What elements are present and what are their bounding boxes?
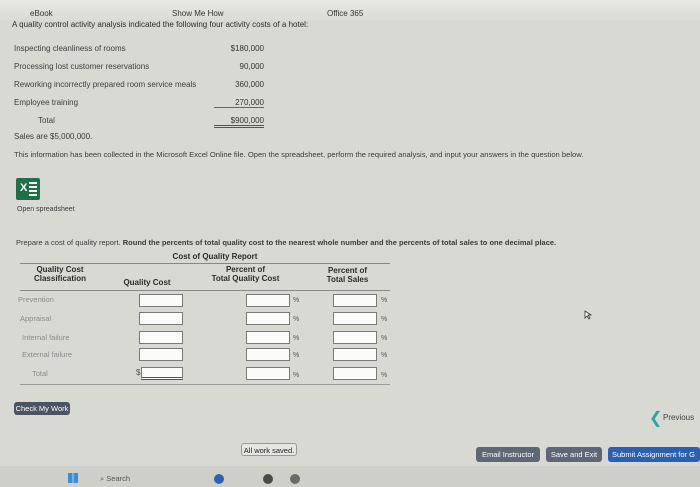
total-label: Total: [38, 116, 55, 125]
header-line: Total Quality Cost: [211, 274, 280, 283]
table-bottom-rule: [20, 384, 390, 385]
search-icon: ⌕: [100, 474, 105, 483]
internal-failure-pct-sales-input[interactable]: [333, 331, 377, 344]
pct-sign: %: [381, 335, 388, 342]
taskbar-app-icon[interactable]: [214, 474, 224, 484]
cost-value: 90,000: [239, 62, 264, 71]
row-label-total: Total: [32, 369, 48, 378]
cost-label: Processing lost customer reservations: [14, 62, 150, 71]
show-me-how-link[interactable]: Show Me How: [172, 9, 224, 18]
previous-label: Previous: [663, 413, 695, 422]
header-quality-cost: Quality Cost: [123, 278, 171, 287]
chevron-left-icon: ❮: [649, 410, 663, 427]
report-title: Cost of Quality Report: [172, 252, 258, 261]
pct-sign: %: [381, 316, 388, 323]
pct-sign: %: [381, 372, 388, 379]
total-cost-input[interactable]: [141, 367, 183, 380]
top-bar: eBook Show Me How Office 365: [0, 0, 700, 20]
header-line: Classification: [33, 274, 86, 283]
cost-value: $180,000: [230, 44, 264, 53]
check-my-work-button[interactable]: Check My Work: [14, 402, 70, 415]
prevention-pct-total-input[interactable]: [246, 294, 290, 307]
header-divider: [20, 290, 390, 291]
row-label-internal-failure: Internal failure: [22, 333, 70, 342]
instruction-bold: Round the percents of total quality cost…: [122, 238, 557, 247]
pct-sign: %: [293, 335, 300, 342]
appraisal-pct-total-input[interactable]: [246, 312, 290, 325]
internal-failure-pct-total-input[interactable]: [246, 331, 290, 344]
cost-value: 360,000: [235, 80, 264, 89]
header-line: Total Sales: [326, 275, 369, 284]
submit-assignment-button[interactable]: Submit Assignment for G: [608, 447, 700, 462]
report-divider: [20, 263, 390, 264]
pct-sign: %: [293, 352, 300, 359]
cost-value: 270,000: [214, 98, 264, 108]
save-status: All work saved.: [241, 443, 297, 456]
search-label: Search: [106, 474, 131, 483]
save-and-exit-button[interactable]: Save and Exit: [546, 447, 602, 462]
row-label-prevention: Prevention: [18, 295, 54, 304]
pct-sign: %: [381, 297, 388, 304]
external-failure-cost-input[interactable]: [139, 348, 183, 361]
cost-label: Reworking incorrectly prepared room serv…: [14, 80, 197, 89]
taskbar-search[interactable]: ⌕ Search: [100, 474, 130, 484]
pct-sign: %: [293, 372, 300, 379]
pct-sign: %: [293, 297, 300, 304]
header-line: Percent of: [225, 265, 266, 274]
email-instructor-button[interactable]: Email Instructor: [476, 447, 540, 462]
previous-button[interactable]: ❮ Previous: [649, 410, 695, 427]
prevention-pct-sales-input[interactable]: [333, 294, 377, 307]
row-label-external-failure: External failure: [22, 350, 73, 359]
prevention-cost-input[interactable]: [139, 294, 183, 307]
pct-sign: %: [293, 316, 300, 323]
internal-failure-cost-input[interactable]: [139, 331, 183, 344]
excel-icon[interactable]: X: [16, 178, 40, 200]
external-failure-pct-total-input[interactable]: [246, 348, 290, 361]
sales-text: Sales are $5,000,000.: [14, 132, 93, 141]
total-pct-total-input[interactable]: [246, 367, 290, 380]
external-failure-pct-sales-input[interactable]: [333, 348, 377, 361]
ebook-link[interactable]: eBook: [30, 9, 53, 18]
taskbar-app-icon[interactable]: [263, 474, 273, 484]
instructions: Prepare a cost of quality report. Round …: [16, 238, 556, 247]
windows-start-icon[interactable]: [68, 473, 78, 483]
appraisal-cost-input[interactable]: [139, 312, 183, 325]
header-line: Quality Cost: [36, 265, 84, 274]
cost-label: Employee training: [14, 98, 79, 107]
row-label-appraisal: Appraisal: [20, 314, 52, 323]
instruction-prefix: Prepare a cost of quality report.: [16, 238, 121, 247]
cost-label: Inspecting cleanliness of rooms: [14, 44, 126, 53]
header-pct-total-sales: Percent of Total Sales: [310, 266, 385, 284]
total-value: $900,000: [214, 116, 264, 128]
cursor-icon: [584, 310, 592, 320]
info-text: This information has been collected in t…: [14, 150, 584, 159]
dollar-sign: $: [136, 368, 141, 377]
taskbar-app-icon[interactable]: [290, 474, 300, 484]
office-365-link[interactable]: Office 365: [327, 9, 363, 18]
intro-text: A quality control activity analysis indi…: [12, 20, 309, 29]
total-pct-sales-input[interactable]: [333, 367, 377, 380]
header-classification: Quality Cost Classification: [20, 265, 100, 283]
pct-sign: %: [381, 352, 388, 359]
header-line: Percent of: [327, 266, 368, 275]
header-pct-total-quality: Percent of Total Quality Cost: [198, 265, 293, 283]
appraisal-pct-sales-input[interactable]: [333, 312, 377, 325]
open-spreadsheet-link[interactable]: Open spreadsheet: [17, 206, 75, 213]
